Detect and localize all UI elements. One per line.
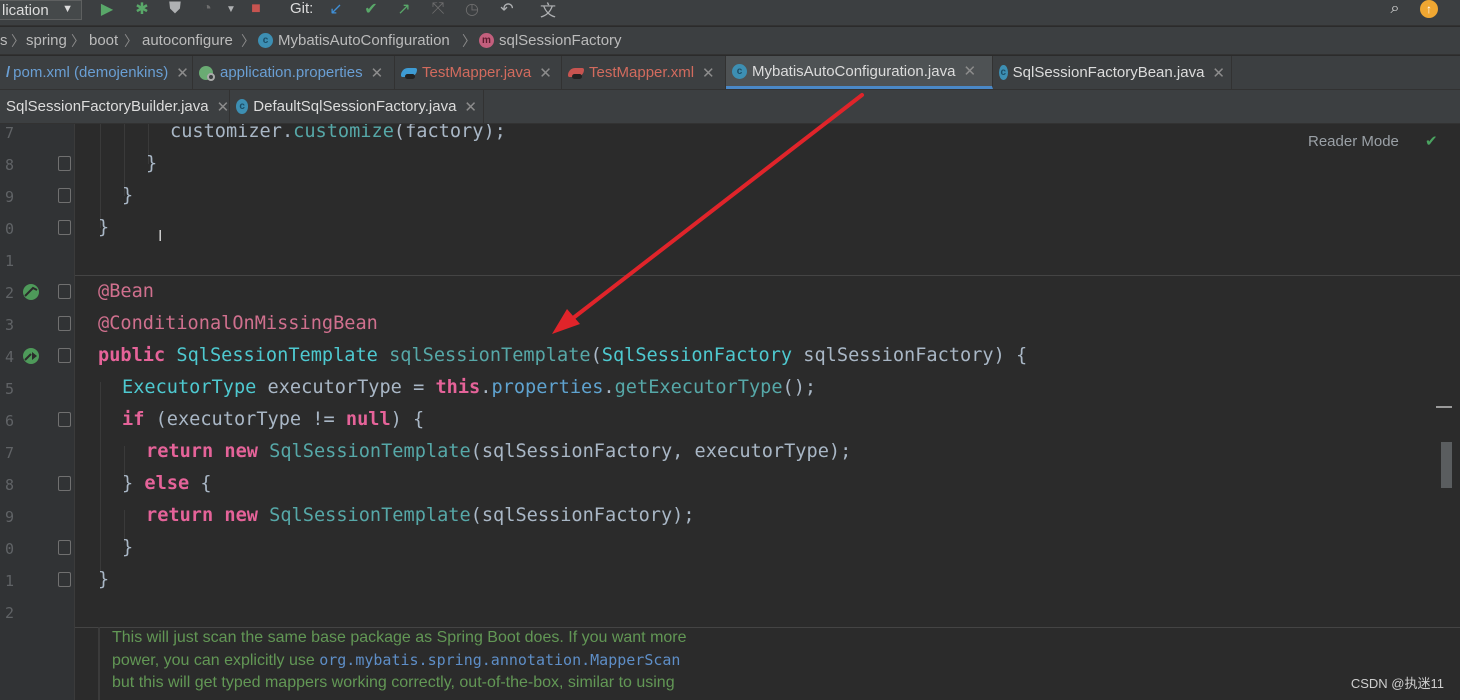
watermark: CSDN @执迷11: [1350, 676, 1444, 691]
annotation-arrow: [552, 93, 864, 334]
